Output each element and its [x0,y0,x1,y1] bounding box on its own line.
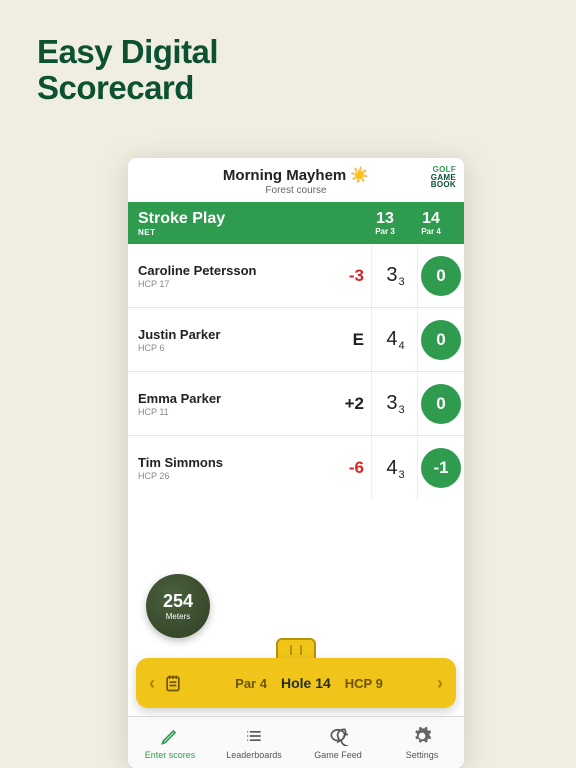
chevron-left-icon[interactable]: ‹ [144,673,160,694]
phone-header: Morning Mayhem ☀️ Forest course GOLF GAM… [128,158,464,202]
player-name: Emma Parker [138,391,330,406]
net-score: +2 [330,394,364,414]
gold-hole: Hole 14 [281,675,331,691]
player-row[interactable]: Emma Parker HCP 11 +2 33 0 [128,372,464,436]
score-badge[interactable]: 0 [418,384,464,424]
player-row[interactable]: Caroline Petersson HCP 17 -3 33 0 [128,244,464,308]
hole-column-13[interactable]: 13 Par 3 [362,211,408,236]
player-row[interactable]: Tim Simmons HCP 26 -6 43 -1 [128,436,464,500]
tab-enter-scores[interactable]: Enter scores [128,717,212,768]
gear-icon [412,726,432,748]
score-badge[interactable]: 0 [418,320,464,360]
distance-unit: Meters [166,612,190,621]
mode-subtitle: NET [138,228,362,237]
distance-bubble[interactable]: 254 Meters [146,574,210,638]
player-hcp: HCP 6 [138,343,330,353]
tab-leaderboards[interactable]: Leaderboards [212,717,296,768]
strokes-cell: 33 [372,264,418,287]
gold-par: Par 4 [235,676,267,691]
player-name: Caroline Petersson [138,263,330,278]
strokes-cell: 43 [372,457,418,480]
distance-value: 254 [163,591,193,612]
hole-column-14[interactable]: 14 Par 4 [408,211,454,236]
net-score: E [330,330,364,350]
chat-icon [328,726,348,748]
score-badge[interactable]: 0 [418,256,464,296]
mode-bar: Stroke Play NET 13 Par 3 14 Par 4 [128,202,464,244]
phone-frame: Morning Mayhem ☀️ Forest course GOLF GAM… [128,158,464,768]
player-hcp: HCP 11 [138,407,330,417]
gold-hcp: HCP 9 [345,676,383,691]
player-rows: Caroline Petersson HCP 17 -3 33 0 Justin… [128,244,464,500]
session-title: Morning Mayhem ☀️ [128,166,464,184]
mode-block: Stroke Play NET [138,210,362,237]
page-heading: Easy Digital Scorecard [37,34,218,107]
mode-title: Stroke Play [138,210,362,228]
brand-logo: GOLF GAME BOOK [431,166,456,189]
notepad-icon[interactable] [160,673,186,693]
chevron-right-icon[interactable]: › [432,673,448,694]
player-row[interactable]: Justin Parker HCP 6 E 44 0 [128,308,464,372]
player-hcp: HCP 17 [138,279,330,289]
player-name: Tim Simmons [138,455,330,470]
net-score: -3 [330,266,364,286]
score-badge[interactable]: -1 [418,448,464,488]
net-score: -6 [330,458,364,478]
player-name: Justin Parker [138,327,330,342]
player-hcp: HCP 26 [138,471,330,481]
pencil-icon [160,726,180,748]
list-icon [244,726,264,748]
strokes-cell: 33 [372,392,418,415]
session-subtitle: Forest course [128,185,464,196]
tab-game-feed[interactable]: Game Feed [296,717,380,768]
tab-bar: Enter scores Leaderboards Game Feed Sett… [128,716,464,768]
gold-pull-tab[interactable] [276,638,316,660]
tab-settings[interactable]: Settings [380,717,464,768]
heading-line-2: Scorecard [37,70,218,106]
strokes-cell: 44 [372,328,418,351]
heading-line-1: Easy Digital [37,34,218,70]
hole-selector-bar: ‹ Par 4 Hole 14 HCP 9 › [136,658,456,708]
